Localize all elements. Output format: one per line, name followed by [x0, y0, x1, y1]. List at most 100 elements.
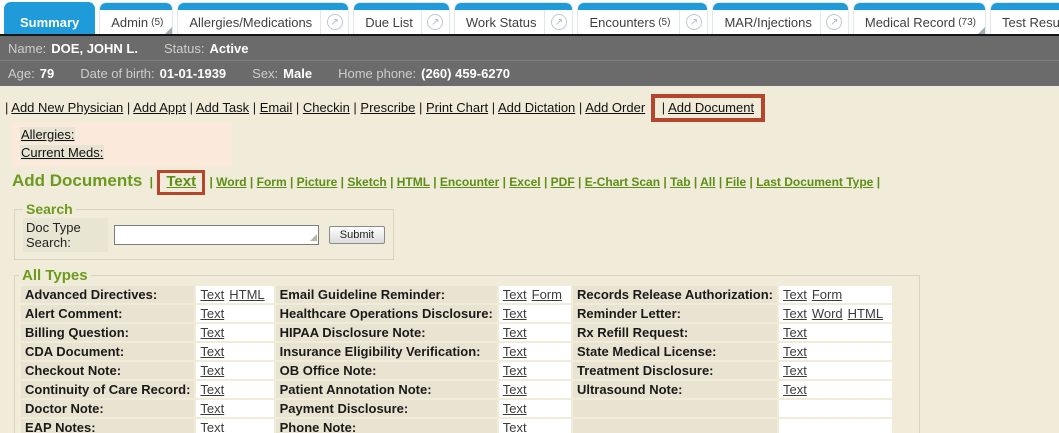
- tab-admin[interactable]: Admin(5): [99, 2, 173, 34]
- doc-type-label: Doctor Note:: [21, 400, 194, 417]
- popout-icon[interactable]: ↗: [421, 10, 449, 34]
- doc-type-label: Email Guideline Reminder:: [276, 286, 497, 303]
- doc-link-ultrasound-note-text[interactable]: Text: [783, 382, 807, 397]
- tab-top-bar: [854, 3, 985, 10]
- doc-link-insurance-eligibility-verification-text[interactable]: Text: [503, 344, 527, 359]
- doc-type-link-word[interactable]: Word: [216, 175, 246, 189]
- doc-link-doctor-note-text[interactable]: Text: [200, 401, 224, 416]
- tab-top-bar: [5, 3, 94, 10]
- allergies-link[interactable]: Allergies:: [20, 127, 75, 142]
- popout-icon[interactable]: ↗: [679, 10, 707, 34]
- doc-link-payment-disclosure-text[interactable]: Text: [503, 401, 527, 416]
- doc-link-treatment-disclosure-text[interactable]: Text: [783, 363, 807, 378]
- doc-link-ob-office-note-text[interactable]: Text: [503, 363, 527, 378]
- doc-type-label: State Medical License:: [573, 343, 777, 360]
- action-link-add-document[interactable]: Add Document: [668, 100, 754, 115]
- action-links: | Add New Physician | Add Appt | Add Tas…: [0, 94, 1059, 122]
- doc-link-email-guideline-reminder-form[interactable]: Form: [532, 287, 562, 302]
- tab-due-list[interactable]: Due List↗: [353, 2, 450, 34]
- doc-type-link-pdf[interactable]: PDF: [551, 175, 575, 189]
- doc-type-link-cell: Text Form: [499, 286, 571, 303]
- doc-type-link-picture[interactable]: Picture: [297, 175, 338, 189]
- doc-type-link-encounter[interactable]: Encounter: [440, 175, 499, 189]
- tab-allergies-medications[interactable]: Allergies/Medications↗: [177, 2, 349, 34]
- doc-type-link-e-chart-scan[interactable]: E-Chart Scan: [585, 175, 660, 189]
- all-types-section: All Types Advanced Directives:TextHTMLEm…: [14, 267, 920, 433]
- popout-arrow-icon: ↗: [551, 14, 567, 30]
- all-types-legend: All Types: [19, 267, 91, 284]
- doc-link-billing-question-text[interactable]: Text: [200, 325, 224, 340]
- popout-icon[interactable]: ↗: [320, 10, 348, 34]
- doc-link-hipaa-disclosure-note-text[interactable]: Text: [503, 325, 527, 340]
- doc-type-label: [573, 419, 777, 433]
- doc-link-advanced-directives-html[interactable]: HTML: [229, 287, 264, 302]
- doc-type-link-excel[interactable]: Excel: [509, 175, 540, 189]
- doc-type-link-cell: Text: [196, 381, 273, 398]
- action-link-add-new-physician[interactable]: Add New Physician: [11, 100, 123, 115]
- doc-link-records-release-authorization-text[interactable]: Text: [783, 287, 807, 302]
- doc-link-records-release-authorization-form[interactable]: Form: [812, 287, 842, 302]
- doc-link-phone-note-text[interactable]: Text: [503, 420, 527, 433]
- doc-type-label: Billing Question:: [21, 324, 194, 341]
- submit-button[interactable]: Submit: [329, 226, 385, 244]
- tab-label: Medical Record: [854, 15, 963, 30]
- patient-dob: 01-01-1939: [160, 66, 227, 81]
- doc-type-label: Patient Annotation Note:: [276, 381, 497, 398]
- table-row: Continuity of Care Record:TextPatient An…: [21, 381, 892, 398]
- age-label: Age:: [8, 66, 35, 81]
- doc-type-link-tab[interactable]: Tab: [670, 175, 690, 189]
- action-link-email[interactable]: Email: [260, 100, 293, 115]
- tab-medical-record[interactable]: Medical Record(73): [853, 2, 986, 34]
- doc-type-link-cell: Text: [499, 400, 571, 417]
- table-row: Billing Question:TextHIPAA Disclosure No…: [21, 324, 892, 341]
- doc-type-link-all[interactable]: All: [700, 175, 715, 189]
- doc-link-continuity-of-care-record-text[interactable]: Text: [200, 382, 224, 397]
- doc-type-link-file[interactable]: File: [726, 175, 747, 189]
- popout-icon[interactable]: ↗: [820, 10, 848, 34]
- action-link-checkin[interactable]: Checkin: [303, 100, 350, 115]
- tab-encounters[interactable]: Encounters(5)↗: [577, 2, 708, 34]
- resize-handle-icon[interactable]: [310, 234, 317, 241]
- tab-test-results[interactable]: Test Results(2): [990, 2, 1059, 34]
- action-link-prescribe[interactable]: Prescribe: [360, 100, 415, 115]
- doc-link-eap-notes-text[interactable]: Text: [200, 420, 224, 433]
- doc-link-healthcare-operations-disclosure-text[interactable]: Text: [503, 306, 527, 321]
- doc-link-patient-annotation-note-text[interactable]: Text: [503, 382, 527, 397]
- doc-link-state-medical-license-text[interactable]: Text: [783, 344, 807, 359]
- doc-type-link-sketch[interactable]: Sketch: [347, 175, 386, 189]
- table-row: Doctor Note:TextPayment Disclosure:Text: [21, 400, 892, 417]
- popout-icon[interactable]: ↗: [544, 10, 572, 34]
- action-link-add-appt[interactable]: Add Appt: [133, 100, 186, 115]
- action-link-print-chart[interactable]: Print Chart: [426, 100, 488, 115]
- tab-summary[interactable]: Summary: [4, 2, 95, 34]
- doc-type-label: Reminder Letter:: [573, 305, 777, 322]
- home-phone-label: Home phone:: [338, 66, 416, 81]
- doc-type-link-text[interactable]: Text: [166, 173, 196, 190]
- doc-type-link-cell: Text: [196, 419, 273, 433]
- doc-type-label: Checkout Note:: [21, 362, 194, 379]
- doc-type-label: Phone Note:: [276, 419, 497, 433]
- doc-type-link-form[interactable]: Form: [257, 175, 287, 189]
- doc-type-label: Treatment Disclosure:: [573, 362, 777, 379]
- doc-type-link-last-document-type[interactable]: Last Document Type: [756, 175, 873, 189]
- doc-link-cda-document-text[interactable]: Text: [200, 344, 224, 359]
- action-link-add-task[interactable]: Add Task: [196, 100, 249, 115]
- current-meds-link[interactable]: Current Meds:: [20, 145, 104, 160]
- doc-link-advanced-directives-text[interactable]: Text: [200, 287, 224, 302]
- doc-link-reminder-letter-html[interactable]: HTML: [848, 306, 883, 321]
- doc-link-rx-refill-request-text[interactable]: Text: [783, 325, 807, 340]
- doc-type-link-html[interactable]: HTML: [397, 175, 430, 189]
- doc-type-search-input[interactable]: [114, 225, 319, 245]
- doc-link-reminder-letter-text[interactable]: Text: [783, 306, 807, 321]
- action-link-add-dictation[interactable]: Add Dictation: [498, 100, 575, 115]
- tab-count: (5): [151, 17, 172, 28]
- annotation-box-add-document: | Add Document: [651, 94, 765, 122]
- doc-link-checkout-note-text[interactable]: Text: [200, 363, 224, 378]
- doc-link-reminder-letter-word[interactable]: Word: [812, 306, 843, 321]
- doc-link-alert-comment-text[interactable]: Text: [200, 306, 224, 321]
- tab-mar-injections[interactable]: MAR/Injections↗: [712, 2, 848, 34]
- tab-work-status[interactable]: Work Status↗: [454, 2, 574, 34]
- popout-arrow-icon: ↗: [327, 14, 343, 30]
- action-link-add-order[interactable]: Add Order: [585, 100, 645, 115]
- doc-link-email-guideline-reminder-text[interactable]: Text: [503, 287, 527, 302]
